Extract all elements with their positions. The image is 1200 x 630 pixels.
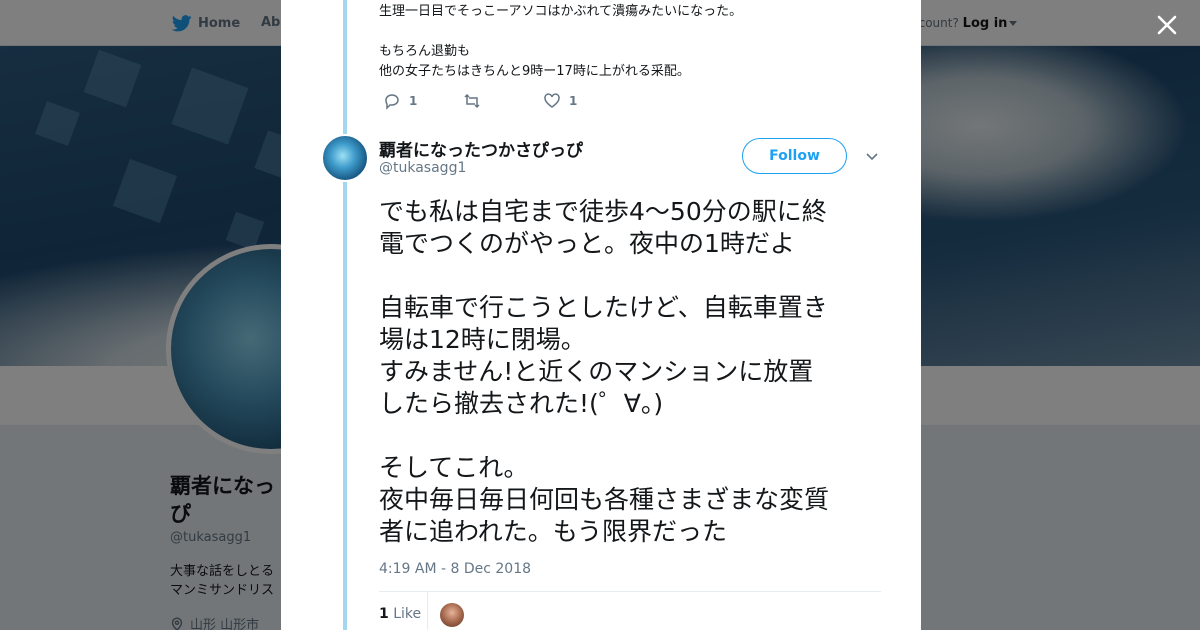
tweet-text-line: 自転車で行こうとしたけど、自転車置き — [379, 293, 828, 322]
heart-icon — [544, 93, 560, 108]
tweet-author-avatar[interactable] — [321, 134, 369, 182]
chevron-down-icon[interactable] — [864, 148, 880, 164]
liker-avatar[interactable] — [440, 603, 464, 627]
tweet-text-line: でも私は自宅まで徒歩4～50分の駅に終 — [379, 197, 827, 226]
tweet-permalink-modal: 生理一日目でそっこーアソコはかぶれて潰瘍みたいになった。 もちろん退勤も 他の女… — [281, 0, 921, 630]
previous-tweet-line: 生理一日目でそっこーアソコはかぶれて潰瘍みたいになった。 — [379, 4, 743, 19]
tweet-author-name[interactable]: 覇者になったつかさぴっぴ — [379, 136, 583, 161]
retweet-button[interactable] — [463, 92, 543, 110]
previous-tweet-line: もちろん退勤も — [379, 44, 471, 59]
tweet-text-line: すみません!と近くのマンションに放置 — [379, 357, 814, 386]
tweet-text-line: そしてこれ。 — [379, 453, 529, 482]
stats-divider — [379, 591, 881, 592]
tweet-text-line: したら撤去された!(゜∀。) — [379, 389, 664, 418]
previous-tweet-line: 他の女子たちはきちんと9時ー17時に上がれる采配。 — [379, 64, 690, 79]
close-icon[interactable] — [1152, 10, 1182, 40]
previous-tweet-actions: 1 1 — [383, 92, 623, 110]
tweet-text-line: 者に追われた。もう限界だった — [379, 517, 728, 546]
reply-icon — [385, 94, 399, 110]
tweet-text-line: 場は12時に閉場。 — [379, 325, 586, 354]
like-stat-label: Like — [393, 606, 422, 622]
like-count: 1 — [569, 94, 578, 108]
tweet-text-line: 電でつくのがやっと。夜中の1時だよ — [379, 229, 795, 258]
like-button[interactable]: 1 — [543, 92, 623, 110]
follow-button[interactable]: Follow — [742, 138, 847, 174]
reply-button[interactable]: 1 — [383, 92, 463, 110]
previous-tweet-text: 生理一日目でそっこーアソコはかぶれて潰瘍みたいになった。 もちろん退勤も 他の女… — [379, 2, 742, 82]
tweet-text-line: 夜中毎日毎日何回も各種さまざまな変質 — [379, 485, 830, 514]
retweet-icon — [464, 93, 480, 109]
tweet-timestamp[interactable]: 4:19 AM - 8 Dec 2018 — [379, 561, 531, 577]
like-stat-count: 1 — [379, 606, 389, 622]
conversation-thread-line — [343, 0, 347, 630]
tweet-text: でも私は自宅まで徒歩4～50分の駅に終 電でつくのがやっと。夜中の1時だよ 自転… — [379, 196, 887, 548]
reply-count: 1 — [409, 94, 418, 108]
tweet-like-stat[interactable]: 1 Like — [379, 606, 421, 622]
stats-separator — [427, 592, 428, 630]
tweet-author-handle[interactable]: @tukasagg1 — [379, 160, 466, 176]
